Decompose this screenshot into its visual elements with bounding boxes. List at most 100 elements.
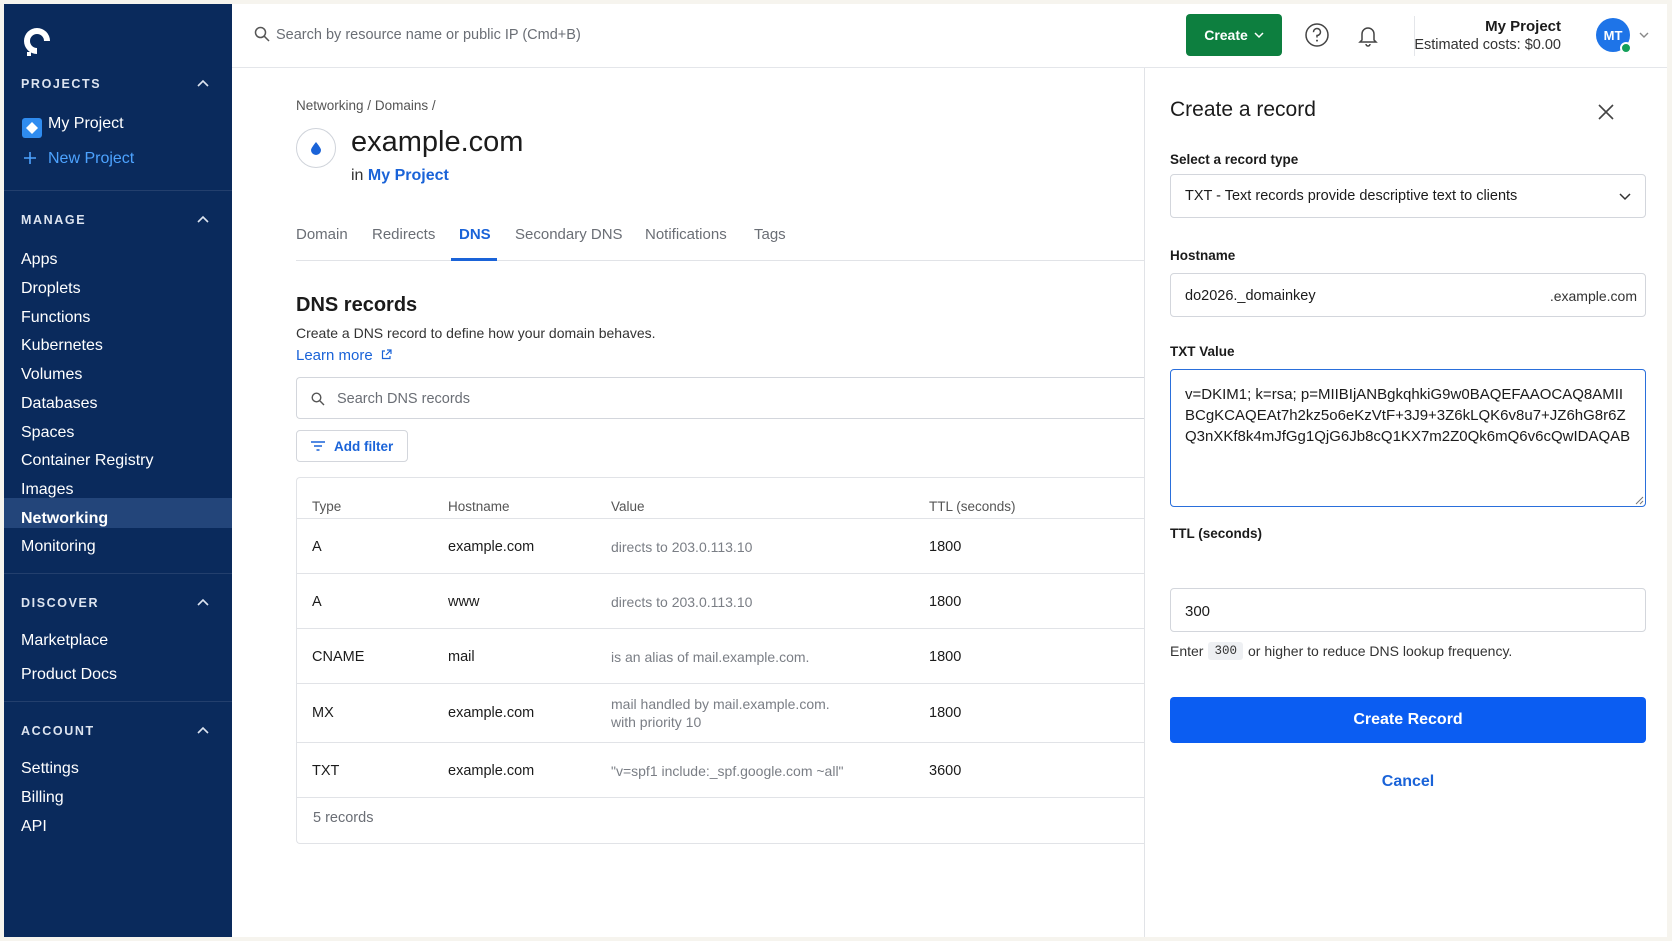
cell-value-priority: with priority 10 xyxy=(611,714,702,730)
cancel-button[interactable]: Cancel xyxy=(1170,762,1646,802)
column-header-ttl[interactable]: TTL (seconds) xyxy=(929,499,1016,514)
cell-value: directs to 203.0.113.10 xyxy=(611,594,753,610)
filter-icon xyxy=(311,441,325,451)
sidebar-item-droplets[interactable]: Droplets xyxy=(21,280,81,298)
help-icon[interactable] xyxy=(1304,22,1330,48)
create-record-button[interactable]: Create Record xyxy=(1170,697,1646,743)
hostname-suffix: .example.com xyxy=(1549,288,1637,304)
external-link-icon xyxy=(381,349,392,360)
column-header-type[interactable]: Type xyxy=(312,499,341,514)
add-filter-button[interactable]: Add filter xyxy=(296,430,408,462)
cell-type: MX xyxy=(312,705,334,721)
digitalocean-logo[interactable] xyxy=(20,24,54,58)
search-icon xyxy=(254,26,270,42)
cell-value: mail handled by mail.example.com. xyxy=(611,696,830,712)
bell-icon[interactable] xyxy=(1356,23,1380,47)
column-header-value[interactable]: Value xyxy=(611,499,645,514)
dns-search-input[interactable] xyxy=(337,388,1037,410)
cell-hostname: mail xyxy=(448,649,475,665)
breadcrumb-networking[interactable]: Networking xyxy=(296,98,364,113)
sidebar-item-spaces[interactable]: Spaces xyxy=(21,424,74,442)
sidebar-item-functions[interactable]: Functions xyxy=(21,309,90,327)
chevron-up-icon[interactable] xyxy=(197,598,209,606)
current-project-name[interactable]: My Project xyxy=(1485,18,1561,35)
dns-search xyxy=(296,377,1144,419)
status-online-dot xyxy=(1620,42,1632,54)
discover-section-title: DISCOVER xyxy=(21,596,100,610)
search-icon xyxy=(311,392,325,406)
page-title: example.com xyxy=(351,126,524,158)
cell-ttl: 3600 xyxy=(929,763,962,779)
create-button-label: Create xyxy=(1204,27,1248,43)
add-filter-label: Add filter xyxy=(334,438,394,454)
table-row[interactable]: A example.com directs to 203.0.113.10 18… xyxy=(297,518,1145,573)
chevron-down-icon[interactable] xyxy=(1639,32,1649,39)
sidebar-item-networking[interactable]: Networking xyxy=(21,510,108,528)
sidebar-item-marketplace[interactable]: Marketplace xyxy=(21,632,108,650)
record-type-select[interactable]: TXT - Text records provide descriptive t… xyxy=(1170,174,1646,218)
topbar: Create My Project Estimated costs: $0.00… xyxy=(232,4,1667,68)
table-row[interactable]: TXT example.com "v=spf1 include:_spf.goo… xyxy=(297,742,1145,797)
chevron-up-icon[interactable] xyxy=(197,726,209,734)
learn-more-link[interactable]: Learn more xyxy=(296,347,392,364)
tab-notifications[interactable]: Notifications xyxy=(645,226,727,243)
cell-ttl: 1800 xyxy=(929,594,962,610)
table-footer-divider xyxy=(297,797,1145,798)
global-search-input[interactable] xyxy=(276,21,876,49)
breadcrumb-domains[interactable]: Domains xyxy=(375,98,428,113)
sidebar-item-volumes[interactable]: Volumes xyxy=(21,366,82,384)
hostname-label: Hostname xyxy=(1170,248,1236,263)
dns-records-table: Type Hostname Value TTL (seconds) A exam… xyxy=(296,477,1145,844)
tab-dns[interactable]: DNS xyxy=(459,226,491,243)
project-link[interactable]: My Project xyxy=(368,167,449,184)
tab-domain[interactable]: Domain xyxy=(296,226,348,243)
hostname-field: .example.com xyxy=(1170,273,1646,317)
cell-type: A xyxy=(312,594,322,610)
column-header-hostname[interactable]: Hostname xyxy=(448,499,510,514)
tab-tags[interactable]: Tags xyxy=(754,226,786,243)
breadcrumb: Networking / Domains / xyxy=(296,98,436,113)
record-count: 5 records xyxy=(313,810,374,826)
resize-handle-icon[interactable] xyxy=(1635,496,1644,505)
table-row[interactable]: A www directs to 203.0.113.10 1800 xyxy=(297,573,1145,628)
create-button[interactable]: Create xyxy=(1186,14,1282,56)
sidebar-item-databases[interactable]: Databases xyxy=(21,395,98,413)
table-row[interactable]: MX example.com mail handled by mail.exam… xyxy=(297,683,1145,742)
sidebar-divider xyxy=(4,701,232,702)
close-icon[interactable] xyxy=(1597,103,1615,121)
sidebar-item-api[interactable]: API xyxy=(21,818,47,836)
chevron-down-icon xyxy=(1254,31,1264,38)
sidebar-item-my-project[interactable]: My Project xyxy=(48,115,124,133)
sidebar-divider xyxy=(4,190,232,191)
cell-ttl: 1800 xyxy=(929,649,962,665)
tab-secondary-dns[interactable]: Secondary DNS xyxy=(515,226,623,243)
sidebar-item-settings[interactable]: Settings xyxy=(21,760,79,778)
sidebar-item-billing[interactable]: Billing xyxy=(21,789,64,807)
sidebar-item-kubernetes[interactable]: Kubernetes xyxy=(21,337,103,355)
table-row[interactable]: CNAME mail is an alias of mail.example.c… xyxy=(297,628,1145,683)
sidebar-item-new-project[interactable]: New Project xyxy=(48,150,134,168)
plus-icon xyxy=(24,152,36,164)
cell-value: "v=spf1 include:_spf.google.com ~all" xyxy=(611,763,844,779)
txt-value-textarea[interactable]: v=DKIM1; k=rsa; p=MIIBIjANBgkqhkiG9w0BAQ… xyxy=(1170,369,1646,507)
hint-suffix: or higher to reduce DNS lookup frequency… xyxy=(1247,643,1513,659)
cell-type: A xyxy=(312,539,322,555)
sidebar-item-images[interactable]: Images xyxy=(21,481,73,499)
cell-type: TXT xyxy=(312,763,340,779)
sidebar-item-monitoring[interactable]: Monitoring xyxy=(21,538,96,556)
tab-bar: Domain Redirects DNS Secondary DNS Notif… xyxy=(296,218,1144,261)
sidebar-item-container-registry[interactable]: Container Registry xyxy=(21,452,154,470)
sidebar-item-apps[interactable]: Apps xyxy=(21,251,57,269)
active-tab-indicator xyxy=(451,258,497,261)
ttl-input[interactable] xyxy=(1185,600,1585,622)
hint-code: 300 xyxy=(1208,642,1243,660)
chevron-up-icon[interactable] xyxy=(197,79,209,87)
account-section-title: ACCOUNT xyxy=(21,724,95,738)
sidebar: PROJECTS My Project New Project MANAGE A… xyxy=(4,4,232,937)
sidebar-item-product-docs[interactable]: Product Docs xyxy=(21,666,117,684)
hostname-input[interactable] xyxy=(1185,285,1515,307)
domain-icon xyxy=(296,128,336,168)
chevron-up-icon[interactable] xyxy=(197,215,209,223)
record-type-label: Select a record type xyxy=(1170,152,1299,167)
tab-redirects[interactable]: Redirects xyxy=(372,226,435,243)
